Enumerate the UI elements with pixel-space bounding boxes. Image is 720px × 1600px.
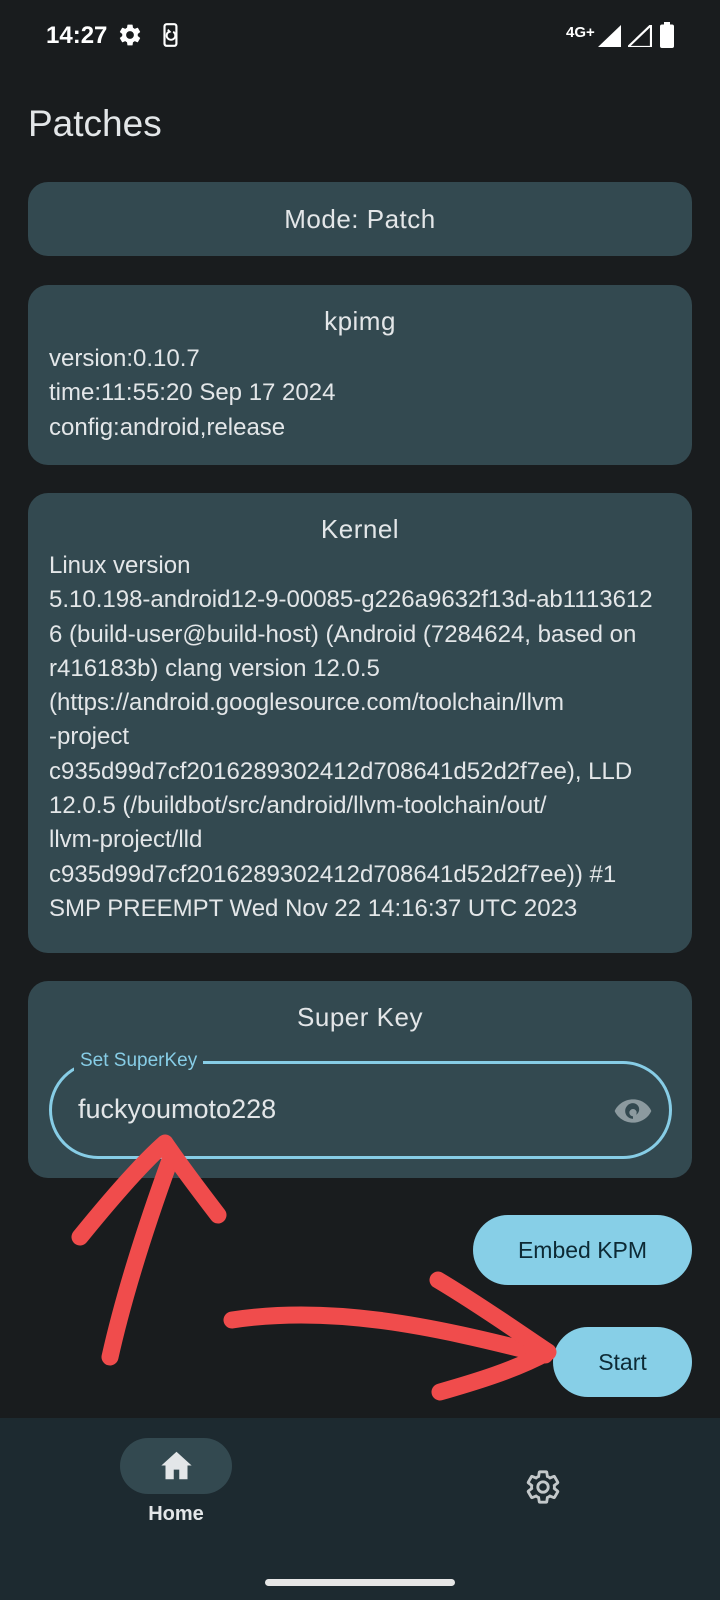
mode-card[interactable]: Mode: Patch	[28, 182, 692, 256]
kpimg-title: kpimg	[324, 306, 396, 336]
embed-kpm-button[interactable]: Embed KPM	[473, 1215, 692, 1285]
mode-label: Mode: Patch	[284, 204, 436, 234]
home-icon	[161, 1451, 192, 1480]
start-button[interactable]: Start	[553, 1327, 692, 1397]
superkey-input[interactable]: Set SuperKey fuckyoumoto228	[49, 1050, 672, 1159]
kpimg-config: config:android,release	[49, 413, 286, 441]
annotation-arrow-right-head	[429, 1271, 557, 1401]
kpimg-card: kpimg version:0.10.7 time:11:55:20 Sep 1…	[28, 285, 692, 465]
superkey-field-label: Set SuperKey	[74, 1050, 204, 1072]
gear-icon	[119, 24, 141, 46]
superkey-value[interactable]: fuckyoumoto228	[78, 1094, 276, 1125]
bottom-nav: Home	[0, 1418, 720, 1600]
kpimg-version: version:0.10.7	[49, 345, 200, 372]
visibility-icon[interactable]	[613, 1096, 653, 1126]
gesture-bar[interactable]	[265, 1579, 455, 1586]
kernel-title: Kernel	[320, 514, 400, 544]
page-title: Patches	[28, 103, 162, 144]
annotation-arrow-right	[223, 1306, 554, 1364]
screen-rotate-icon	[163, 23, 178, 47]
battery-icon	[660, 22, 674, 48]
nav-home[interactable]	[120, 1438, 232, 1494]
signal-icon	[628, 25, 652, 47]
superkey-title: Super Key	[297, 1002, 423, 1032]
status-time: 14:27	[46, 22, 108, 49]
signal-icon	[598, 25, 621, 47]
kpimg-time: time:11:55:20 Sep 17 2024	[49, 379, 336, 407]
settings-icon[interactable]	[524, 1468, 562, 1506]
superkey-card: Super Key Set SuperKey fuckyoumoto228	[28, 981, 692, 1178]
annotation-arrow-up	[101, 1151, 179, 1366]
kernel-card: Kernel Linux version 5.10.198-android12-…	[28, 493, 692, 953]
nav-home-label: Home	[148, 1503, 204, 1525]
kernel-version-text: Linux version 5.10.198-android12-9-00085…	[49, 552, 653, 922]
screen: 14:27 4G+ Patches Mode: Patch kpimg vers…	[0, 0, 720, 1600]
status-bar: 14:27 4G+	[0, 0, 720, 70]
network-type: 4G+	[566, 24, 595, 41]
